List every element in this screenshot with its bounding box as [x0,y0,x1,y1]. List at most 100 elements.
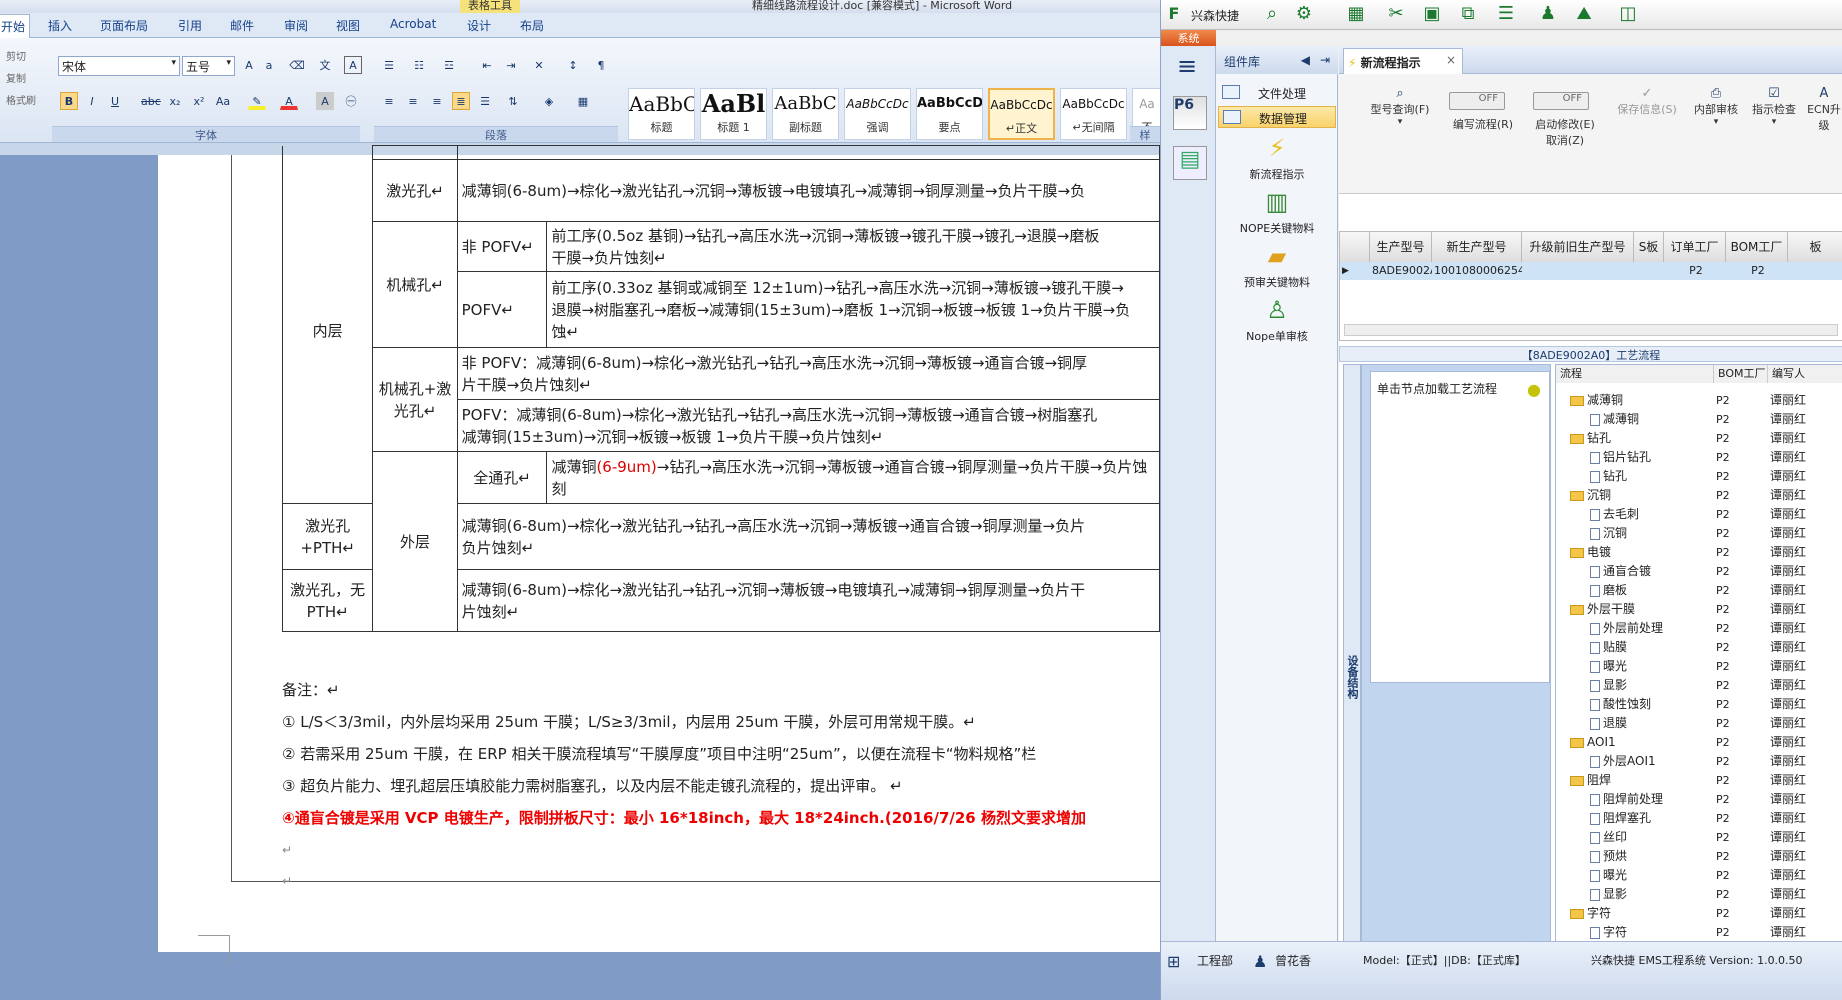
tab-insert[interactable]: 插入 [48,17,72,34]
tree-folder-node[interactable]: 减薄铜 P2 谭丽红 [1556,391,1842,410]
grid-header[interactable]: 板 [1788,232,1842,262]
tree-folder-node[interactable]: 阻焊 P2 谭丽红 [1556,771,1842,790]
underline-icon[interactable]: U [106,92,124,110]
calendar-icon[interactable]: ▦ [1345,3,1367,25]
pin-icon[interactable]: ⇥ [1320,53,1330,67]
char-shading-icon[interactable]: A [316,92,334,110]
pre-review-material-button[interactable]: ▰ 预审关键物料 [1216,242,1338,290]
phonetic-icon[interactable]: 文 [316,56,334,74]
start-edit-toggle[interactable]: OFF [1533,92,1589,110]
grid-cell[interactable]: 8ADE9002A0 [1370,262,1444,280]
ecn-upgrade-button[interactable]: A ECN升级 [1803,86,1842,133]
grid-cell[interactable] [1522,262,1634,280]
search-icon[interactable]: ⌕ [1261,3,1283,25]
tree-leaf-node[interactable]: 显影 P2 谭丽红 [1556,676,1842,695]
tree-leaf-node[interactable]: 丝印 P2 谭丽红 [1556,828,1842,847]
side-tab-equipment[interactable]: 设备结构 [1343,364,1361,984]
model-query-button[interactable]: ⌕ 型号查询(F) ▾ [1365,86,1435,127]
char-border-icon[interactable]: A [344,56,362,74]
new-flow-button[interactable]: ⚡ 新流程指示 [1216,134,1338,182]
style-heading1[interactable]: AaBl 标题 1 [700,88,767,140]
distributed-icon[interactable]: ☰ [476,92,494,110]
tree-folder-node[interactable]: 外层干膜 P2 谭丽红 [1556,600,1842,619]
subscript-icon[interactable]: x₂ [166,92,184,110]
borders-icon[interactable]: ▦ [574,92,592,110]
window-icon[interactable]: ◫ [1617,3,1639,25]
tree-leaf-node[interactable]: 阻焊塞孔 P2 谭丽红 [1556,809,1842,828]
tree-leaf-node[interactable]: 外层AOI1 P2 谭丽红 [1556,752,1842,771]
bold-icon[interactable]: B [60,92,78,110]
grid-header[interactable]: 生产型号 [1370,232,1432,262]
numbering-icon[interactable]: ☷ [410,56,428,74]
tree-folder-node[interactable]: 沉铜 P2 谭丽红 [1556,486,1842,505]
align-right-icon[interactable]: ≡ [428,92,446,110]
highlight-icon[interactable]: ✎ [248,92,266,110]
format-painter-button[interactable]: 格式刷 [6,92,36,107]
grid-cell[interactable]: 10010800062546 [1432,262,1532,280]
close-icon[interactable]: × [1446,53,1456,67]
system-button[interactable]: 系统 [1161,30,1216,46]
style-emphasis[interactable]: AaBbCcDc 强调 [844,88,911,140]
tree-leaf-node[interactable]: 沉铜 P2 谭丽红 [1556,524,1842,543]
tree-leaf-node[interactable]: 钻孔 P2 谭丽红 [1556,467,1842,486]
tree-leaf-node[interactable]: 曝光 P2 谭丽红 [1556,866,1842,885]
grid-cell[interactable]: P2 [1664,262,1726,280]
tab-page-layout[interactable]: 页面布局 [100,17,148,34]
tab-design[interactable]: 设计 [467,17,491,34]
tab-review[interactable]: 审阅 [284,17,308,34]
scissors-icon[interactable]: ✂ [1385,3,1407,25]
align-left-icon[interactable]: ≡ [380,92,398,110]
grid-header[interactable]: BOM工厂 [1726,232,1788,262]
instruction-check-button[interactable]: ☑ 指示检查 ▾ [1747,86,1801,127]
style-normal[interactable]: AaBbCcDc ↵正文 [988,88,1055,140]
tree-header-writer[interactable]: 编写人 [1768,365,1842,383]
tree-leaf-node[interactable]: 预烘 P2 谭丽红 [1556,847,1842,866]
line-spacing-icon[interactable]: ⇅ [504,92,522,110]
tree-folder-node[interactable]: 字符 P2 谭丽红 [1556,904,1842,923]
image-icon[interactable]: ⛰ [1573,3,1595,25]
save-icon[interactable]: ▣ [1421,3,1443,25]
enclosed-char-icon[interactable]: ㊀ [342,92,360,110]
tab-references[interactable]: 引用 [178,17,202,34]
tab-new-flow[interactable]: ⚡ 新流程指示 × [1343,48,1463,74]
back-icon[interactable]: ◀ [1301,53,1310,67]
change-case-icon[interactable]: Aa [214,92,232,110]
font-size-combo[interactable]: 五号 ▾ [182,56,235,76]
tree-leaf-node[interactable]: 磨板 P2 谭丽红 [1556,581,1842,600]
tree-leaf-node[interactable]: 去毛刺 P2 谭丽红 [1556,505,1842,524]
menu-icon[interactable]: ≡ [1169,52,1205,80]
shrink-font-icon[interactable]: a [260,56,278,74]
tree-leaf-node[interactable]: 减薄铜 P2 谭丽红 [1556,410,1842,429]
tree-leaf-node[interactable]: 曝光 P2 谭丽红 [1556,657,1842,676]
tree-header-flow[interactable]: 流程 [1556,365,1714,383]
tab-mailings[interactable]: 邮件 [230,17,254,34]
windows-icon[interactable]: ⊞ [1167,952,1180,971]
chinese-layout-icon[interactable]: ✕ [530,56,548,74]
cancel-button[interactable]: 取消(Z) [1525,132,1605,148]
show-marks-icon[interactable]: ¶ [592,56,610,74]
font-color-icon[interactable]: A [280,92,298,110]
export-icon[interactable]: ⧉ [1457,3,1479,25]
tab-layout[interactable]: 布局 [520,17,544,34]
grid-header[interactable]: S板 [1634,232,1664,262]
cut-button[interactable]: 剪切 [6,48,26,63]
click-hint-box[interactable]: 单击节点加载工艺流程 ● [1370,371,1550,683]
align-center-icon[interactable]: ≡ [404,92,422,110]
tree-leaf-node[interactable]: 阻焊前处理 P2 谭丽红 [1556,790,1842,809]
style-subtitle[interactable]: AaBbC 副标题 [772,88,839,140]
tree-leaf-node[interactable]: 铝片钻孔 P2 谭丽红 [1556,448,1842,467]
write-flow-toggle[interactable]: OFF [1449,92,1505,110]
p6-icon[interactable]: P6 [1173,96,1207,130]
nav-file-processing[interactable]: 文件处理 [1218,82,1336,104]
grid-cell[interactable]: P2 [1726,262,1788,280]
shading-icon[interactable]: ◈ [540,92,558,110]
tree-leaf-node[interactable]: 贴膜 P2 谭丽红 [1556,638,1842,657]
grid-header[interactable]: 新生产型号 [1432,232,1522,262]
nav-data-management[interactable]: 数据管理 [1218,106,1336,128]
settings-icon[interactable]: ⚙ [1293,3,1315,25]
clear-format-icon[interactable]: ⌫ [288,56,306,74]
increase-indent-icon[interactable]: ⇥ [502,56,520,74]
tree-leaf-node[interactable]: 退膜 P2 谭丽红 [1556,714,1842,733]
nope-key-material-button[interactable]: ▥ NOPE关键物料 [1216,188,1338,236]
italic-icon[interactable]: I [83,92,101,110]
